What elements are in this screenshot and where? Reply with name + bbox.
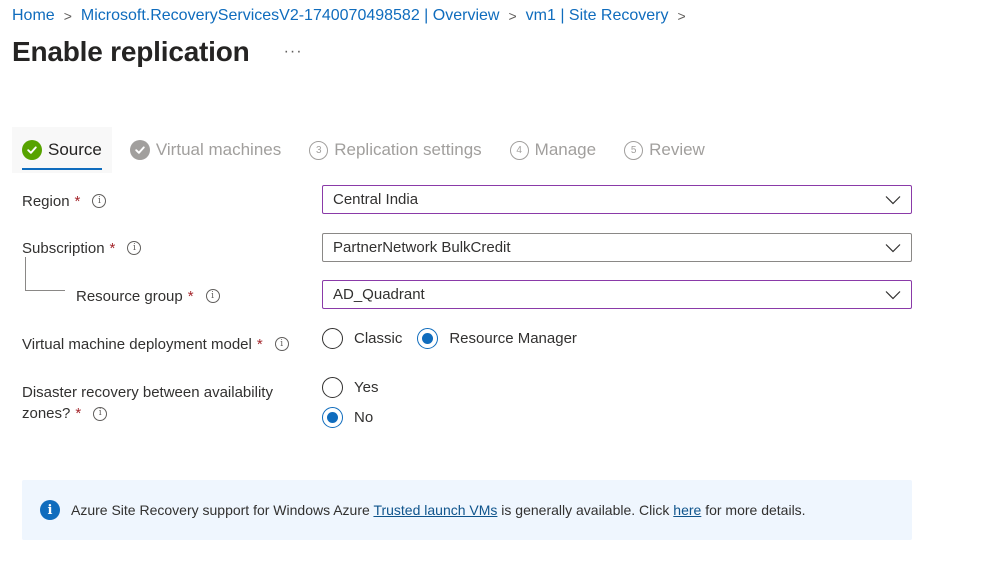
notice-text-end: for more details. <box>701 502 806 518</box>
radio-yes[interactable]: Yes <box>322 377 378 398</box>
step-number-icon: 4 <box>509 140 529 160</box>
region-dropdown[interactable]: Central India <box>322 185 912 214</box>
subscription-label-text: Subscription <box>22 239 105 257</box>
page-title: Enable replication <box>12 36 250 67</box>
more-options-button[interactable]: ··· <box>280 43 307 61</box>
required-marker: * <box>187 287 194 305</box>
chevron-right-icon: > <box>508 8 517 24</box>
wizard-steps: Source Virtual machines 3 Replication se… <box>12 127 715 173</box>
required-marker: * <box>74 192 81 210</box>
deployment-model-label: Virtual machine deployment model * i <box>22 336 289 353</box>
radio-resource-manager[interactable]: Resource Manager <box>417 328 577 349</box>
radio-classic[interactable]: Classic <box>322 328 402 349</box>
radio-no[interactable]: No <box>322 407 373 428</box>
breadcrumb-recovery-vault[interactable]: Microsoft.RecoveryServicesV2-17400704985… <box>81 7 500 25</box>
info-icon[interactable]: i <box>127 241 142 255</box>
trusted-launch-vms-link[interactable]: Trusted launch VMs <box>373 502 497 518</box>
subscription-value: PartnerNetwork BulkCredit <box>333 239 511 256</box>
subscription-row: Subscription * i <box>22 237 142 259</box>
breadcrumb-vm-site-recovery[interactable]: vm1 | Site Recovery <box>526 7 669 25</box>
breadcrumb-home[interactable]: Home <box>12 7 55 25</box>
tab-label: Replication settings <box>334 140 482 159</box>
radio-circle[interactable] <box>322 328 343 349</box>
notice-text-middle: is generally available. Click <box>497 502 674 518</box>
radio-label: Resource Manager <box>449 330 577 347</box>
region-label-text: Region <box>22 192 70 210</box>
deployment-model-radio-group: Classic Resource Manager <box>322 328 577 349</box>
tab-label: Manage <box>534 140 597 159</box>
availability-zones-label-line1: Disaster recovery between availability <box>22 384 273 401</box>
check-circle-icon <box>129 140 150 160</box>
tab-replication-settings[interactable]: 3 Replication settings <box>299 127 491 173</box>
region-label: Region * i <box>22 192 107 210</box>
info-filled-icon: i <box>40 500 60 520</box>
radio-label: Classic <box>354 330 403 347</box>
required-marker: * <box>75 405 82 422</box>
radio-label: No <box>354 409 374 426</box>
chevron-down-icon <box>885 195 901 204</box>
deployment-model-row: Virtual machine deployment model * i <box>22 333 289 355</box>
region-row: Region * i <box>22 190 107 212</box>
chevron-down-icon <box>885 290 901 299</box>
tab-label: Source <box>48 140 102 159</box>
availability-zones-label-line2: zones? * i <box>22 403 108 424</box>
title-row: Enable replication ··· <box>12 36 307 68</box>
info-icon[interactable]: i <box>93 406 108 421</box>
tab-label: Virtual machines <box>155 140 282 159</box>
resource-group-label-text: Resource group <box>76 287 183 305</box>
availability-zones-row: Disaster recovery between availability z… <box>22 382 273 424</box>
resource-group-row: Resource group * i <box>76 285 220 307</box>
resource-group-dropdown[interactable]: AD_Quadrant <box>322 280 912 309</box>
subscription-dropdown[interactable]: PartnerNetwork BulkCredit <box>322 233 912 262</box>
tab-review[interactable]: 5 Review <box>614 127 715 173</box>
required-marker: * <box>256 335 263 353</box>
step-number-icon: 5 <box>624 140 644 160</box>
chevron-down-icon <box>885 243 901 252</box>
radio-circle[interactable] <box>322 377 343 398</box>
chevron-right-icon: > <box>677 8 686 24</box>
deployment-model-label-text: Virtual machine deployment model <box>22 335 252 353</box>
info-icon[interactable]: i <box>92 194 107 208</box>
availability-zones-label: Disaster recovery between availability z… <box>22 382 273 424</box>
radio-label: Yes <box>354 379 379 396</box>
tab-manage[interactable]: 4 Manage <box>500 127 606 173</box>
here-link[interactable]: here <box>673 502 701 518</box>
notice-text-start: Azure Site Recovery support for Windows … <box>71 502 374 518</box>
resource-group-value: AD_Quadrant <box>333 286 425 303</box>
tab-virtual-machines[interactable]: Virtual machines <box>120 127 291 173</box>
radio-circle[interactable] <box>322 407 343 428</box>
required-marker: * <box>109 239 116 257</box>
breadcrumb: Home > Microsoft.RecoveryServicesV2-1740… <box>12 5 695 27</box>
tab-source[interactable]: Source <box>12 127 112 173</box>
chevron-right-icon: > <box>63 8 72 24</box>
resource-group-label: Resource group * i <box>76 288 220 305</box>
availability-zones-label-text: zones? <box>22 405 71 422</box>
radio-circle[interactable] <box>417 328 439 349</box>
tab-label: Review <box>649 140 705 159</box>
step-number-icon: 3 <box>309 140 329 160</box>
info-notice-bar: i Azure Site Recovery support for Window… <box>22 480 912 540</box>
availability-zones-radio-group: Yes No <box>322 377 378 428</box>
check-circle-icon <box>22 140 42 160</box>
info-icon[interactable]: i <box>274 337 289 351</box>
info-icon[interactable]: i <box>205 289 220 303</box>
tree-connector <box>25 257 65 291</box>
region-value: Central India <box>333 191 419 208</box>
subscription-label: Subscription * i <box>22 239 142 257</box>
notice-text: Azure Site Recovery support for Windows … <box>71 502 806 518</box>
